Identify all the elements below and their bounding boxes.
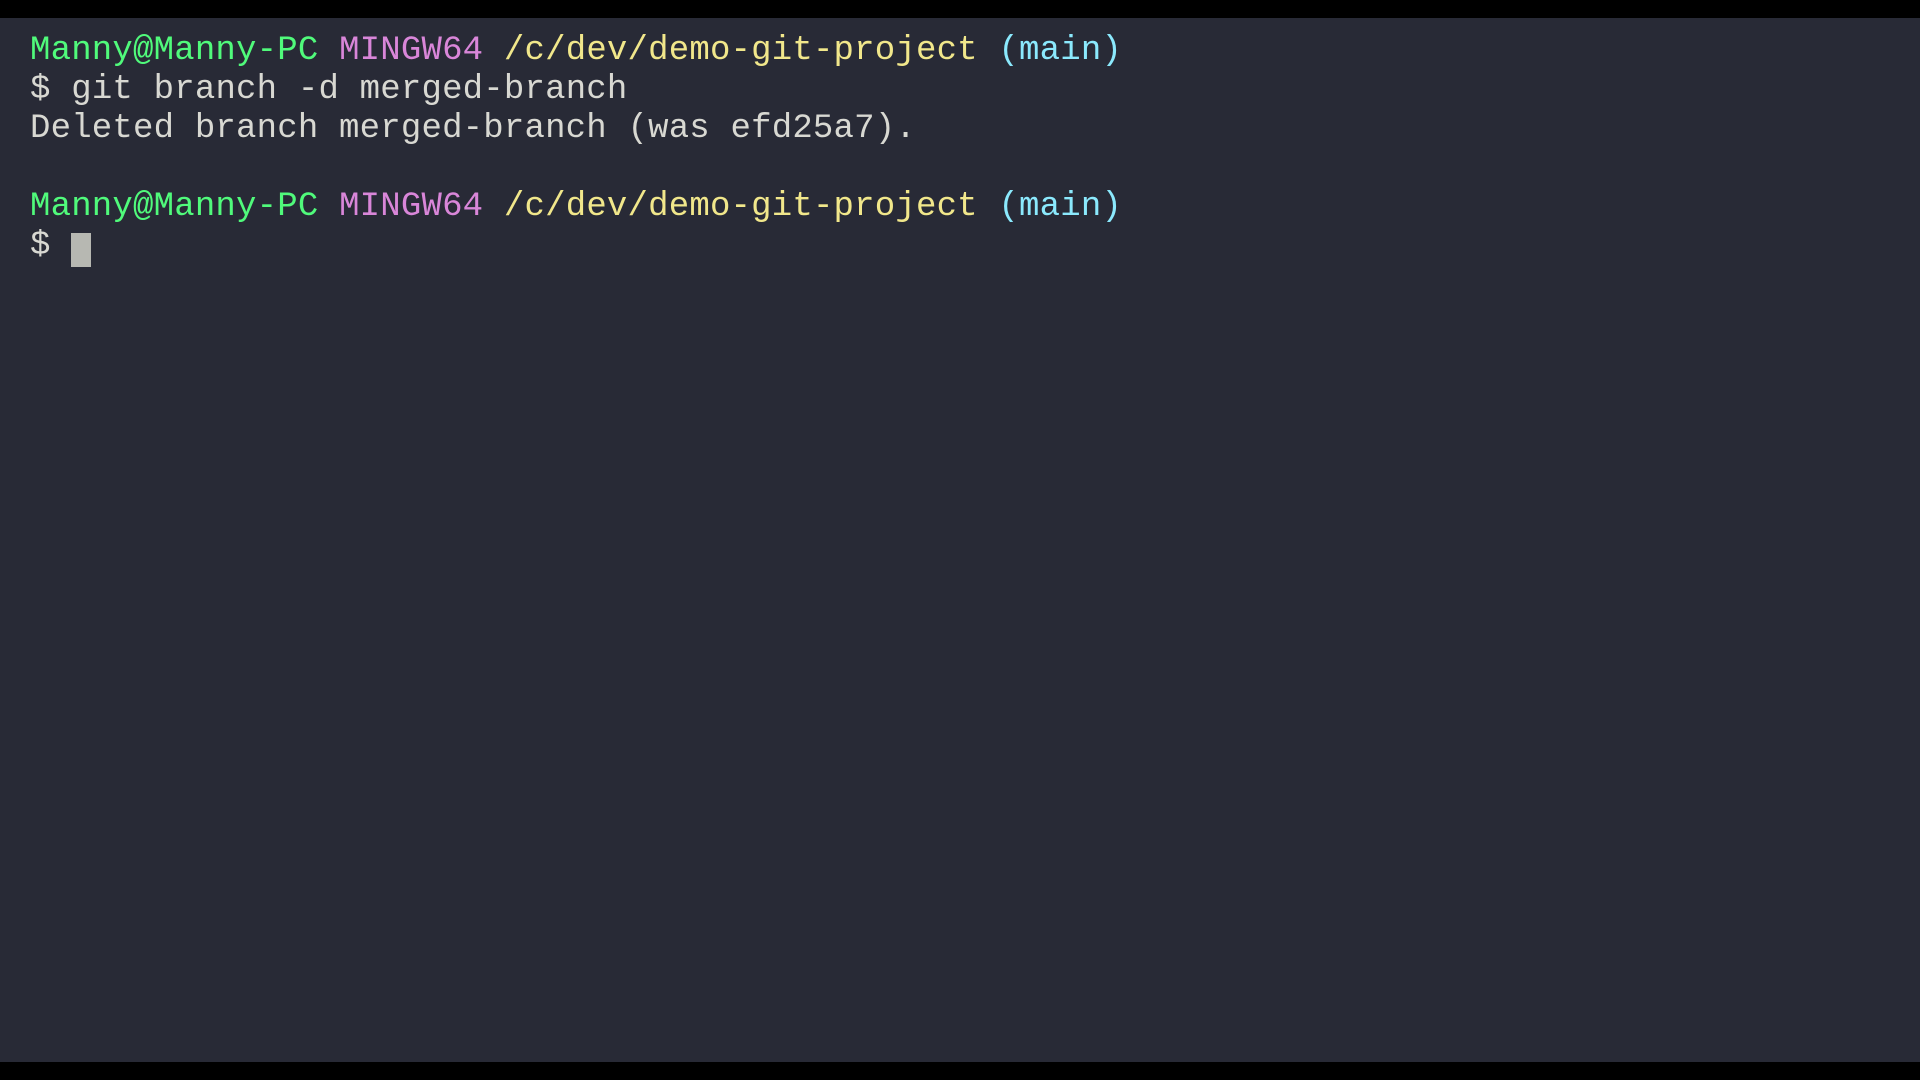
letterbox-top [0, 0, 1920, 18]
prompt-symbol: $ [30, 71, 51, 109]
output-line-1: Deleted branch merged-branch (was efd25a… [30, 110, 1890, 149]
current-path: /c/dev/demo-git-project [504, 188, 978, 226]
command-output: Deleted branch merged-branch (was efd25a… [30, 110, 916, 148]
prompt-line-2: Manny@Manny-PC MINGW64 /c/dev/demo-git-p… [30, 188, 1890, 227]
command-line-2[interactable]: $ [30, 227, 1890, 266]
prompt-symbol: $ [30, 227, 51, 265]
cursor-icon [71, 233, 91, 267]
git-branch: (main) [998, 188, 1122, 226]
user-host: Manny@Manny-PC [30, 32, 318, 70]
git-branch: (main) [998, 32, 1122, 70]
current-path: /c/dev/demo-git-project [504, 32, 978, 70]
mingw-label: MINGW64 [339, 32, 483, 70]
prompt-line-1: Manny@Manny-PC MINGW64 /c/dev/demo-git-p… [30, 32, 1890, 71]
command-line-1: $ git branch -d merged-branch [30, 71, 1890, 110]
command-text: git branch -d merged-branch [71, 71, 627, 109]
terminal-window[interactable]: Manny@Manny-PC MINGW64 /c/dev/demo-git-p… [0, 18, 1920, 1062]
mingw-label: MINGW64 [339, 188, 483, 226]
user-host: Manny@Manny-PC [30, 188, 318, 226]
blank-line [30, 149, 1890, 188]
letterbox-bottom [0, 1062, 1920, 1080]
